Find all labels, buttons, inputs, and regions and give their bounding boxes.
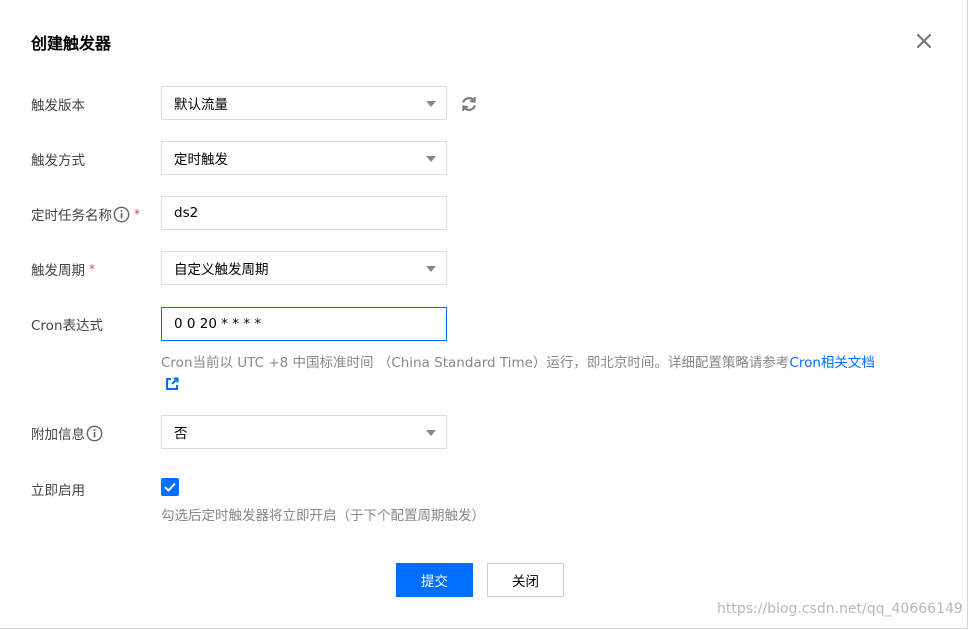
checkmark-icon [164, 482, 176, 492]
method-select-value: 定时触发 [174, 152, 228, 168]
dialog-title: 创建触发器 [31, 34, 112, 53]
chevron-down-icon [426, 430, 436, 436]
create-trigger-dialog: 创建触发器 触发版本 默认流量 触发方式 定时触发 定时任务名称 * ds2 触… [0, 0, 968, 629]
extra-info-label: 附加信息 [31, 423, 103, 443]
version-select[interactable]: 默认流量 [161, 86, 447, 120]
close-icon[interactable] [913, 30, 935, 52]
task-name-input[interactable]: ds2 [161, 196, 447, 230]
enable-now-hint: 勾选后定时触发器将立即开启（于下个配置周期触发） [161, 508, 485, 524]
enable-now-label: 立即启用 [31, 479, 85, 499]
chevron-down-icon [426, 266, 436, 272]
refresh-icon[interactable] [459, 94, 479, 114]
enable-now-label-text: 立即启用 [31, 483, 85, 499]
info-icon[interactable] [113, 206, 130, 223]
required-mark: * [134, 207, 140, 221]
required-mark: * [89, 262, 95, 276]
submit-button[interactable]: 提交 [396, 563, 473, 597]
cron-label: Cron表达式 [31, 314, 103, 334]
period-label: 触发周期 * [31, 259, 95, 279]
chevron-down-icon [426, 101, 436, 107]
version-label: 触发版本 [31, 94, 85, 114]
version-select-value: 默认流量 [174, 97, 228, 113]
method-label-text: 触发方式 [31, 153, 85, 169]
watermark: https://blog.csdn.net/qq_40666149 [717, 601, 963, 617]
extra-info-label-text: 附加信息 [31, 427, 85, 443]
method-label: 触发方式 [31, 149, 85, 169]
cron-hint: Cron当前以 UTC +8 中国标准时间 （China Standard Ti… [161, 353, 875, 373]
extra-info-select[interactable]: 否 [161, 415, 447, 449]
close-button[interactable]: 关闭 [487, 563, 564, 597]
period-select-value: 自定义触发周期 [174, 262, 269, 278]
period-select[interactable]: 自定义触发周期 [161, 251, 447, 285]
cron-label-text: Cron表达式 [31, 318, 103, 334]
method-select[interactable]: 定时触发 [161, 141, 447, 175]
external-link-icon[interactable] [165, 377, 179, 391]
cron-docs-link[interactable]: Cron相关文档 [789, 355, 875, 371]
chevron-down-icon [426, 156, 436, 162]
cron-input[interactable]: 0 0 20 * * * * [161, 307, 447, 341]
period-label-text: 触发周期 [31, 263, 85, 279]
task-name-label: 定时任务名称 * [31, 204, 140, 224]
cron-input-value: 0 0 20 * * * * [174, 316, 262, 332]
task-name-input-value: ds2 [174, 205, 199, 221]
cron-hint-text: Cron当前以 UTC +8 中国标准时间 （China Standard Ti… [161, 355, 790, 371]
task-name-label-text: 定时任务名称 [31, 208, 112, 224]
extra-info-select-value: 否 [174, 426, 188, 442]
enable-now-checkbox[interactable] [161, 478, 179, 496]
info-icon[interactable] [86, 425, 103, 442]
version-label-text: 触发版本 [31, 98, 85, 114]
